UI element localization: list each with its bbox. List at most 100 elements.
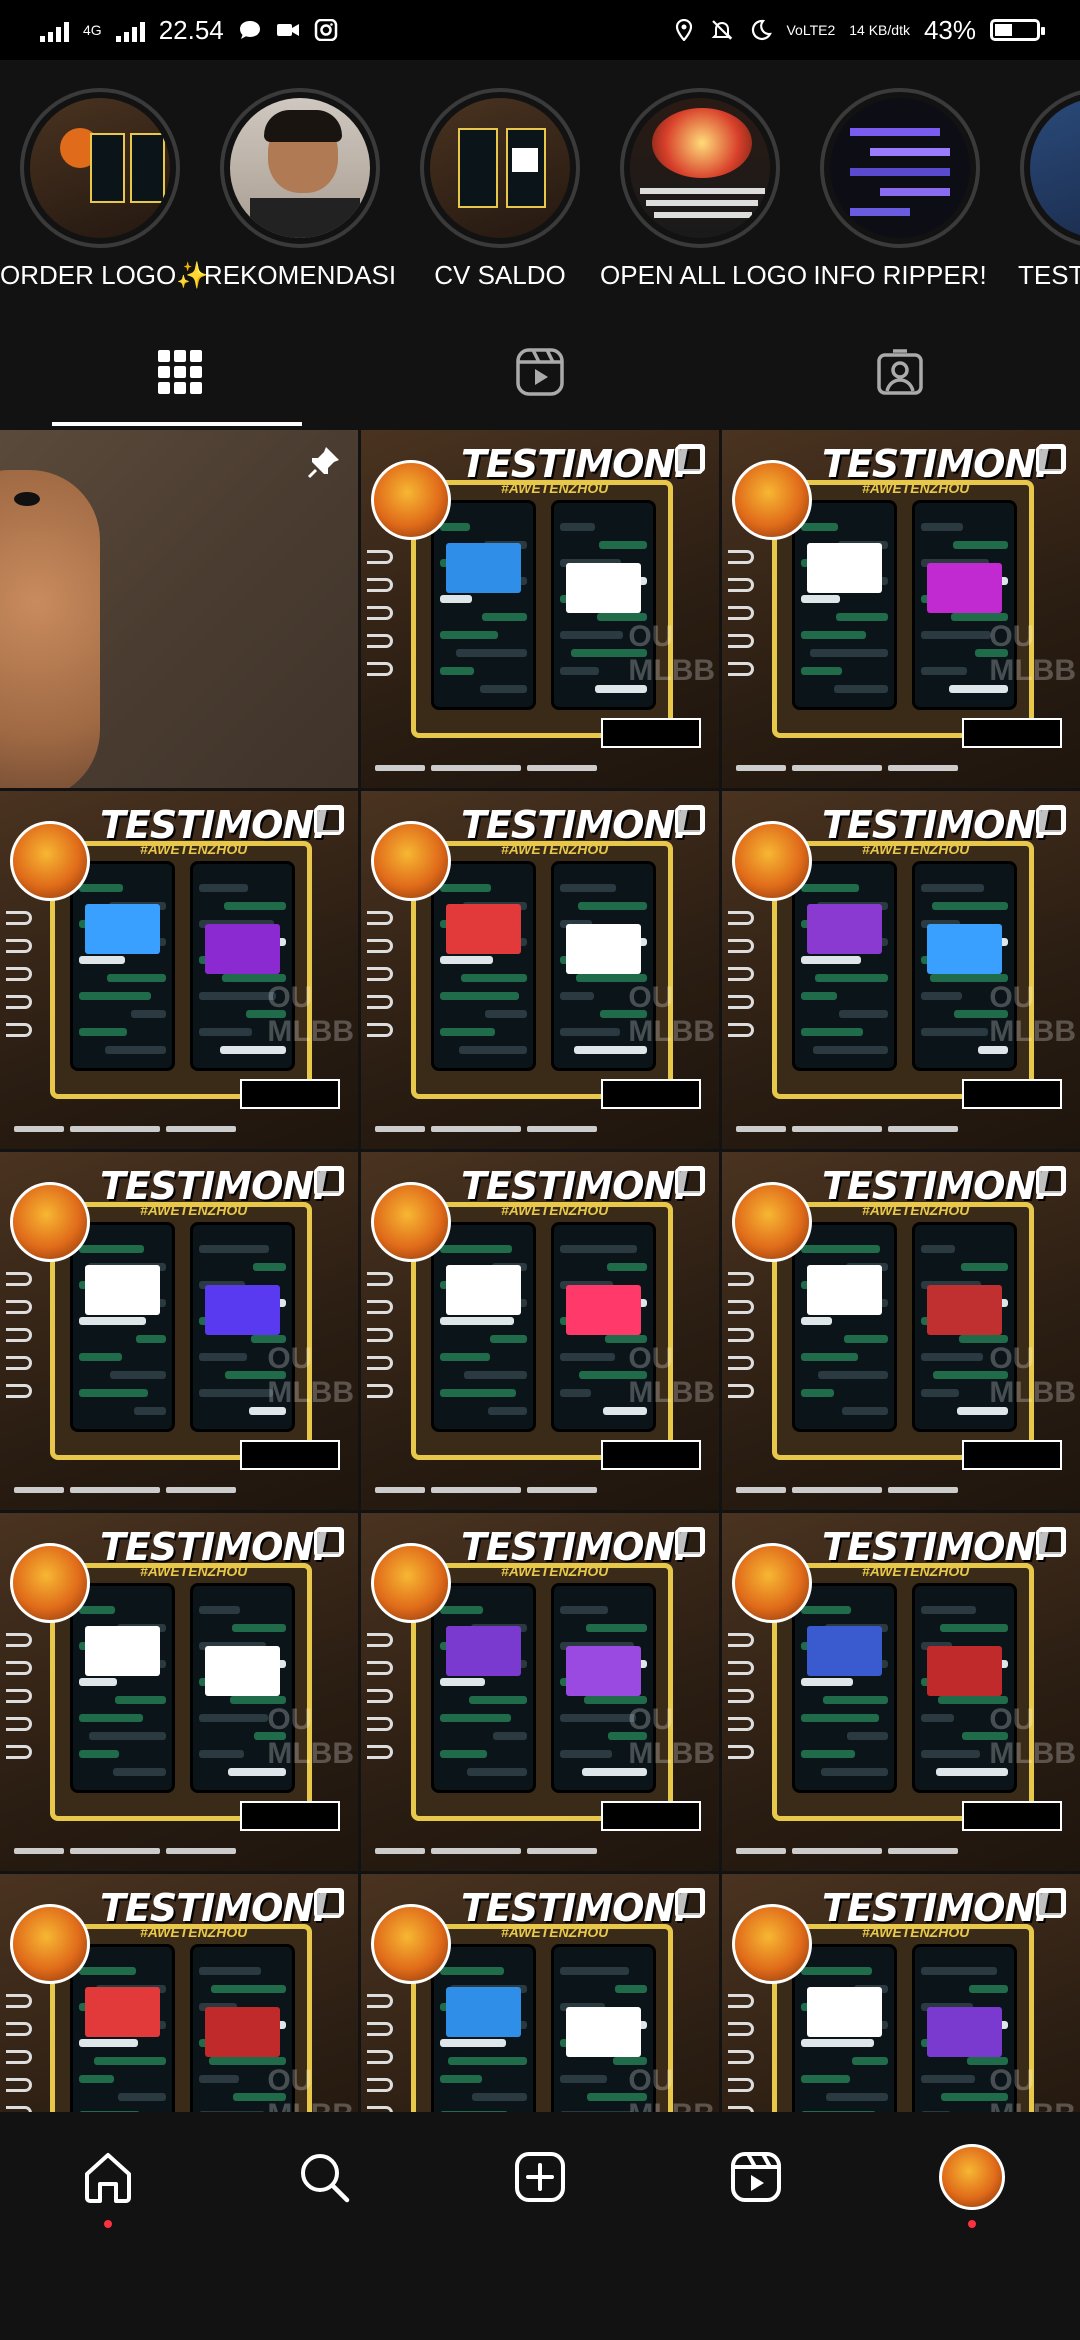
binder-rings: [6, 1994, 36, 2112]
post-testimoni[interactable]: TESTIMONI #AWETENZHOU OUMLBB: [722, 1152, 1080, 1510]
nav-home[interactable]: [0, 2112, 216, 2292]
signal-icon: [40, 18, 69, 42]
info-box: [962, 1440, 1062, 1470]
highlight-testi-mlbb[interactable]: TESTI MLBB: [1000, 88, 1080, 291]
carousel-icon: [675, 1527, 705, 1557]
volte-indicator: VoLTE2: [786, 22, 836, 38]
clock: 22.54: [158, 14, 224, 45]
post-side-text: OUMLBB: [989, 1342, 1076, 1409]
network-type: 4G: [83, 22, 102, 38]
post-image-detail: [14, 492, 40, 506]
binder-rings: [728, 911, 758, 1051]
post-testimoni[interactable]: TESTIMONI #AWETENZHOU OUMLBB: [0, 791, 358, 1149]
chat-screenshot: [431, 1583, 536, 1793]
post-testimoni[interactable]: TESTIMONI #AWETENZHOU OUMLBB: [0, 1152, 358, 1510]
highlight-info-ripper[interactable]: INFO RIPPER!: [800, 88, 1000, 291]
nav-reels[interactable]: [648, 2112, 864, 2292]
mute-bell-icon: [712, 20, 733, 40]
post-subtitle: #AWETENZHOU: [140, 1924, 248, 1940]
binder-rings: [367, 911, 397, 1051]
post-footer: [14, 1480, 344, 1506]
nav-profile[interactable]: [864, 2112, 1080, 2292]
highlight-order-logo[interactable]: ORDER LOGO✨: [0, 88, 209, 291]
post-testimoni[interactable]: TESTIMONI #AWETENZHOU OUMLBB: [722, 1513, 1080, 1871]
tab-reels[interactable]: [360, 318, 720, 426]
nav-search[interactable]: [216, 2112, 432, 2292]
post-testimoni[interactable]: TESTIMONI #AWETENZHOU OUMLBB: [361, 1513, 719, 1871]
chat-screenshot: [792, 1222, 897, 1432]
info-box: [601, 1079, 701, 1109]
post-footer: [736, 1119, 1066, 1145]
brand-logo-icon: [371, 1182, 451, 1262]
highlight-label: INFO RIPPER!: [813, 260, 987, 290]
post-footer: [375, 1841, 705, 1867]
binder-rings: [728, 550, 758, 690]
post-testimoni[interactable]: TESTIMONI #AWETENZHOU OUMLBB: [0, 1513, 358, 1871]
highlight-open-all-logo[interactable]: OPEN ALL LOGO: [600, 88, 807, 291]
info-box: [962, 718, 1062, 748]
tab-tagged[interactable]: [720, 318, 1080, 426]
post-subtitle: #AWETENZHOU: [140, 1202, 248, 1218]
brand-logo-icon: [10, 1904, 90, 1984]
post-side-text: OUMLBB: [989, 981, 1076, 1048]
post-testimoni[interactable]: TESTIMONI #AWETENZHOU OUMLBB: [361, 1874, 719, 2112]
posts-grid: TESTIMONI #AWETENZHOU OU MLBB TESTIMONI #…: [0, 430, 1080, 2112]
post-testimoni[interactable]: TESTIMONI #AWETENZHOU OUMLBB: [361, 791, 719, 1149]
binder-rings: [728, 1994, 758, 2112]
tab-posts-grid[interactable]: [0, 318, 360, 426]
pin-icon: [307, 447, 339, 479]
highlight-cv-saldo[interactable]: CV SALDO: [400, 88, 600, 291]
post-image-finger: [0, 470, 100, 788]
post-testimoni[interactable]: TESTIMONI #AWETENZHOU OUMLBB: [722, 430, 1080, 788]
post-subtitle: #AWETENZHOU: [501, 1924, 609, 1940]
instagram-icon: [314, 19, 338, 41]
binder-rings: [6, 1272, 36, 1412]
post-side-text: OUMLBB: [989, 1703, 1076, 1770]
info-box: [240, 1801, 340, 1831]
post-side-text: OUMLBB: [989, 2064, 1076, 2112]
tagged-icon: [877, 349, 923, 395]
post-subtitle: #AWETENZHOU: [501, 480, 609, 496]
carousel-icon: [675, 1888, 705, 1918]
highlight-rekomendasi[interactable]: REKOMENDASI: [200, 88, 400, 291]
post-side-text: OUMLBB: [267, 981, 354, 1048]
nav-create[interactable]: [432, 2112, 648, 2292]
search-icon: [301, 2154, 350, 2203]
signal-icon-2: [115, 18, 145, 42]
carousel-icon: [1036, 1166, 1066, 1196]
carousel-icon: [1036, 1888, 1066, 1918]
brand-logo-icon: [732, 1182, 812, 1262]
reels-icon: [731, 2152, 781, 2202]
post-testimoni[interactable]: TESTIMONI #AWETENZHOU OUMLBB: [361, 1152, 719, 1510]
battery-percent: 43%: [923, 14, 976, 45]
binder-rings: [367, 1272, 397, 1412]
post-side-text: OUMLBB: [628, 1342, 715, 1409]
post-side-text: OUMLBB: [628, 620, 715, 687]
post-subtitle: #AWETENZHOU: [140, 1563, 248, 1579]
post-pinned[interactable]: [0, 430, 358, 788]
post-testimoni[interactable]: TESTIMONI #AWETENZHOU OUMLBB: [722, 791, 1080, 1149]
carousel-icon: [314, 1888, 344, 1918]
info-box: [240, 1440, 340, 1470]
chat-screenshot: [792, 861, 897, 1071]
post-subtitle: #AWETENZHOU: [862, 1202, 970, 1218]
chat-screenshot: [792, 1944, 897, 2112]
carousel-icon: [314, 805, 344, 835]
info-box: [601, 718, 701, 748]
post-testimoni[interactable]: TESTIMONI #AWETENZHOU OUMLBB: [361, 430, 719, 788]
post-testimoni[interactable]: TESTIMONI #AWETENZHOU OUMLBB: [0, 1874, 358, 2112]
post-side-text: OUMLBB: [628, 981, 715, 1048]
post-subtitle: #AWETENZHOU: [862, 480, 970, 496]
carousel-icon: [314, 1166, 344, 1196]
post-testimoni[interactable]: TESTIMONI #AWETENZHOU OUMLBB: [722, 1874, 1080, 2112]
highlight-thumbnail: [1030, 98, 1080, 238]
moon-icon: [752, 19, 773, 41]
home-icon: [85, 2153, 131, 2203]
binder-rings: [6, 1633, 36, 1773]
notification-dot: [968, 2220, 976, 2228]
highlight-label: TESTI MLBB: [1018, 260, 1080, 290]
info-box: [601, 1801, 701, 1831]
bottom-navigation: [0, 2112, 1080, 2292]
carousel-icon: [675, 444, 705, 474]
post-footer: [736, 1841, 1066, 1867]
